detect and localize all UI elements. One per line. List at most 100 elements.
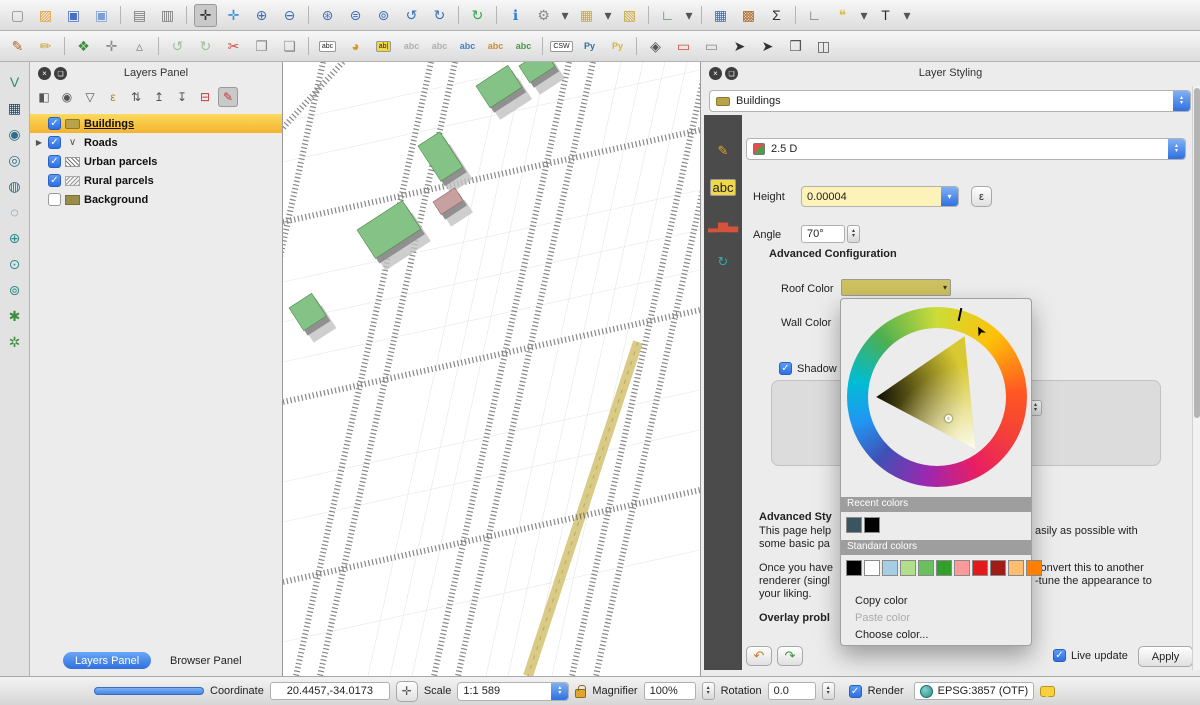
layer-visibility-checkbox[interactable]: [48, 136, 61, 149]
color-swatch[interactable]: [900, 560, 916, 576]
labeling[interactable]: abc: [316, 35, 339, 58]
layer-visibility-checkbox[interactable]: [48, 174, 61, 187]
rotation-stepper[interactable]: [822, 682, 835, 700]
coordinate-input[interactable]: 20.4457,-34.0173: [270, 682, 390, 700]
add-wcs-layer[interactable]: ⊙: [3, 252, 26, 275]
open-attribute-table[interactable]: ▦: [709, 4, 732, 27]
toggle-editing[interactable]: ✏: [34, 35, 57, 58]
run-feature-action[interactable]: ⚙: [532, 4, 555, 27]
add-oracle-layer[interactable]: ◌: [3, 200, 26, 223]
new-spatialite-layer[interactable]: ✲: [3, 330, 26, 353]
expand-all[interactable]: ↥: [149, 87, 169, 107]
angle-input[interactable]: 70°: [801, 225, 845, 243]
undo[interactable]: ↺: [166, 35, 189, 58]
layer-selector-combo[interactable]: Buildings: [709, 90, 1191, 112]
magnifier-stepper[interactable]: [702, 682, 715, 700]
annotation-dropdown[interactable]: ▾: [902, 4, 912, 27]
expand-arrow-icon[interactable]: ▶: [34, 138, 44, 147]
layer-visibility-checkbox[interactable]: [48, 193, 61, 206]
cut-features[interactable]: ✂: [222, 35, 245, 58]
roof-color-button[interactable]: ▾: [841, 279, 951, 296]
menu-item-copy-color[interactable]: Copy color: [841, 593, 1031, 609]
color-swatch[interactable]: [936, 560, 952, 576]
histogram-tab[interactable]: ▂▅▃: [712, 213, 735, 236]
zoom-out[interactable]: ⊖: [278, 4, 301, 27]
paste-features[interactable]: ❏: [278, 35, 301, 58]
open-layer-styling-dock[interactable]: ◧: [34, 87, 54, 107]
redo[interactable]: ↻: [194, 35, 217, 58]
pointer-tool-1[interactable]: ➤: [728, 35, 751, 58]
layer-styling-toggle[interactable]: ✎: [218, 87, 238, 107]
label-toolbar[interactable]: ab|: [372, 35, 395, 58]
height-input[interactable]: 0.00004: [801, 186, 959, 207]
live-update-checkbox[interactable]: [1053, 649, 1066, 662]
open-project[interactable]: ▨: [34, 4, 57, 27]
map-views[interactable]: ❒: [784, 35, 807, 58]
float-panel-button[interactable]: [725, 67, 738, 80]
render-checkbox[interactable]: [849, 685, 862, 698]
magnifier-input[interactable]: 100%: [644, 682, 696, 700]
add-wms-layer[interactable]: ⊕: [3, 226, 26, 249]
renderer-combo[interactable]: 2.5 D: [746, 138, 1186, 160]
close-panel-button[interactable]: [38, 67, 51, 80]
labels-tab[interactable]: abc: [712, 176, 735, 199]
statistical-summary[interactable]: Σ: [765, 4, 788, 27]
symbology-tab[interactable]: ✎: [712, 139, 735, 162]
zoom-full-extent[interactable]: ⊛: [316, 4, 339, 27]
label-abc-green[interactable]: abc: [512, 35, 535, 58]
color-swatch[interactable]: [1008, 560, 1024, 576]
label-abc-2[interactable]: abc: [428, 35, 451, 58]
color-swatch[interactable]: [846, 517, 862, 533]
select-features[interactable]: ▦: [575, 4, 598, 27]
pan-to-selection[interactable]: ✛: [222, 4, 245, 27]
save-project[interactable]: ▣: [62, 4, 85, 27]
color-swatch[interactable]: [882, 560, 898, 576]
layer-visibility-checkbox[interactable]: [48, 155, 61, 168]
measure-line[interactable]: ∟: [656, 4, 679, 27]
menu-item-choose-color[interactable]: Choose color...: [841, 627, 1031, 643]
select-features-dropdown[interactable]: ▾: [603, 4, 613, 27]
feature-action-dropdown[interactable]: ▾: [560, 4, 570, 27]
scrollbar-thumb[interactable]: [1194, 88, 1200, 418]
composer-manager[interactable]: ▥: [156, 4, 179, 27]
apply-button[interactable]: Apply: [1138, 646, 1193, 667]
label-abc-1[interactable]: abc: [400, 35, 423, 58]
color-swatch[interactable]: [972, 560, 988, 576]
pointer-tool-2[interactable]: ➤: [756, 35, 779, 58]
pan-map[interactable]: ✛: [194, 4, 217, 27]
label-abc-blue[interactable]: abc: [456, 35, 479, 58]
toggle-extents-button[interactable]: ✛: [396, 681, 418, 702]
color-swatch[interactable]: [1026, 560, 1042, 576]
layer-item[interactable]: Rural parcels: [30, 171, 282, 190]
add-mssql-layer[interactable]: ◍: [3, 174, 26, 197]
message-log-icon[interactable]: [1040, 686, 1055, 697]
current-edits[interactable]: ✎: [6, 35, 29, 58]
layer-item[interactable]: ▶ ∨ Roads: [30, 133, 282, 152]
deselect-features[interactable]: ▧: [618, 4, 641, 27]
label-abc-orange[interactable]: abc: [484, 35, 507, 58]
extent-rectangle[interactable]: ▭: [700, 35, 723, 58]
move-feature[interactable]: ✛: [100, 35, 123, 58]
add-raster-layer[interactable]: ▦: [3, 96, 26, 119]
layer-visibility-checkbox[interactable]: [48, 117, 61, 130]
python-console[interactable]: Py: [578, 35, 601, 58]
filter-legend[interactable]: ▽: [80, 87, 100, 107]
node-tool[interactable]: ▵: [128, 35, 151, 58]
measure-dropdown[interactable]: ▾: [684, 4, 694, 27]
filter-by-expression[interactable]: ε: [103, 87, 123, 107]
add-spatialite-layer[interactable]: ◎: [3, 148, 26, 171]
layer-item[interactable]: Buildings: [30, 114, 282, 133]
color-swatch[interactable]: [918, 560, 934, 576]
color-swatch[interactable]: [864, 517, 880, 533]
sort-layers[interactable]: ⇅: [126, 87, 146, 107]
refresh-map[interactable]: ↻: [466, 4, 489, 27]
copy-features[interactable]: ❐: [250, 35, 273, 58]
scale-combo[interactable]: 1:1 589: [457, 682, 569, 701]
style-redo-button[interactable]: [777, 646, 803, 666]
float-panel-button[interactable]: [54, 67, 67, 80]
text-annotation[interactable]: T: [874, 4, 897, 27]
collapse-all[interactable]: ↧: [172, 87, 192, 107]
rotation-input[interactable]: 0.0: [768, 682, 816, 700]
add-wfs-layer[interactable]: ⊚: [3, 278, 26, 301]
style-undo-button[interactable]: [746, 646, 772, 666]
